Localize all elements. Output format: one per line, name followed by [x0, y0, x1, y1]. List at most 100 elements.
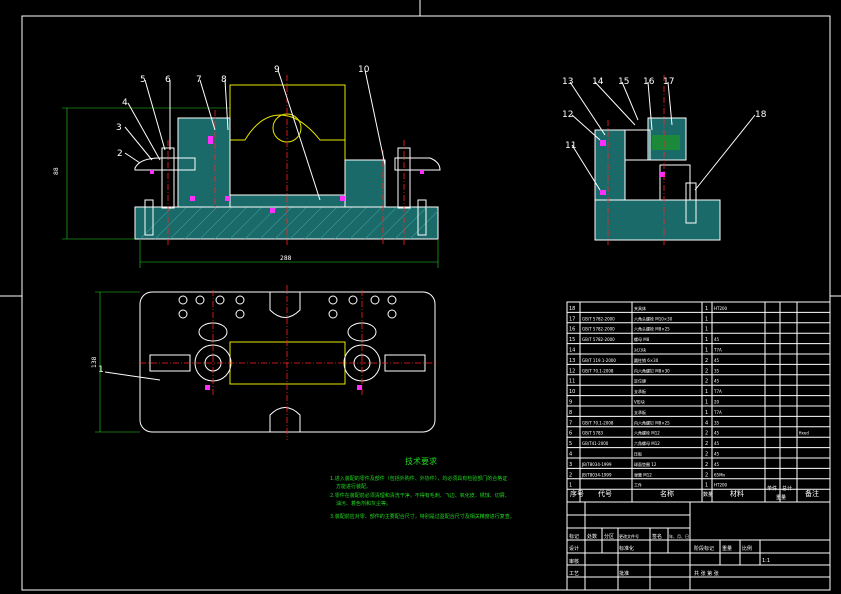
side-setblock — [624, 129, 651, 161]
svg-text:共 张 第 张: 共 张 第 张 — [694, 570, 719, 577]
bom-cell-code: GB/T41-2000 — [582, 441, 609, 446]
bom-cell-name: 支承板 — [634, 409, 646, 415]
drawing-frame — [21, 15, 831, 591]
bom-cell-name: 弹簧 M12 — [634, 471, 652, 477]
bom-cell-no: 15 — [569, 337, 575, 343]
bom-cell-qty: 1 — [705, 483, 708, 489]
bom-cell-no: 4 — [569, 452, 572, 458]
plan-slot-top — [269, 292, 301, 318]
bom-cell-no: 17 — [569, 316, 575, 322]
balloon-4: 4 — [122, 98, 128, 108]
workpiece-body — [229, 140, 346, 196]
bom-cell-name: 内六角螺钉 M8×30 — [634, 367, 670, 373]
bom-cell-no: 10 — [569, 389, 575, 395]
bom-header-total: 总计 — [782, 485, 792, 492]
bom-cell-qty: 1 — [705, 316, 708, 322]
svg-text:年、月、日: 年、月、日 — [669, 533, 689, 539]
svg-text:3.装配前应对零、部件的主要配合尺寸，特别是过盈配合尺寸及相: 3.装配前应对零、部件的主要配合尺寸，特别是过盈配合尺寸及相关精度进行复查。 — [330, 513, 515, 520]
balloon-2: 2 — [117, 149, 123, 159]
bom-cell-no: 13 — [569, 358, 575, 364]
bom-cell-name: 夹具体 — [634, 305, 646, 311]
bom-cell-name: 六角螺栓 M12 — [634, 430, 660, 436]
bom-cell-mat: 45 — [714, 358, 720, 363]
balloon-16: 16 — [643, 77, 655, 87]
svg-text:标记: 标记 — [569, 533, 579, 540]
balloon-15: 15 — [618, 77, 629, 87]
bom-cell-no: 9 — [569, 400, 572, 406]
bom-cell-name: V形块 — [634, 399, 645, 405]
svg-text:分区: 分区 — [604, 533, 614, 540]
balloon-13: 13 — [562, 77, 573, 87]
bom-cell-mat: 65Mn — [714, 472, 726, 477]
svg-text:比例: 比例 — [742, 545, 752, 552]
side-view — [569, 75, 756, 245]
bom-header-no: 序号 — [570, 489, 584, 498]
right-clamp — [394, 157, 441, 171]
width-dim: 288 — [280, 255, 292, 262]
plan-view — [95, 285, 436, 440]
bom-cell-qty: 4 — [705, 420, 708, 426]
bom-cell-no: 16 — [569, 327, 575, 333]
bom-cell-name: 圆柱销 6×30 — [634, 357, 659, 363]
bom-cell-name: 六角头螺栓 M10×30 — [634, 315, 673, 321]
balloon-10: 10 — [358, 65, 370, 75]
balloon-18: 18 — [755, 110, 767, 120]
title-block: 标记 处数 分区 更改文件号 签名 年、月、日 设计 标准化 阶段标记 重量 比… — [566, 501, 831, 591]
balloon-14: 14 — [592, 77, 604, 87]
bom-cell-name: 球面垫圈 12 — [634, 461, 657, 467]
bom-cell-name: 支承板 — [634, 388, 646, 394]
svg-text:处数: 处数 — [587, 533, 597, 540]
bom-cell-qty: 1 — [705, 389, 708, 395]
right-support — [344, 159, 386, 208]
left-support — [177, 117, 231, 208]
svg-text:批准: 批准 — [619, 570, 629, 577]
bom-cell-no: 7 — [569, 420, 572, 426]
bom-cell-no: 14 — [569, 348, 575, 354]
bom-cell-qty: 2 — [705, 452, 708, 458]
tech-title: 技术要求 — [405, 456, 437, 466]
svg-text:工艺: 工艺 — [569, 571, 579, 577]
bom-cell-mat: 45 — [714, 337, 720, 342]
scale-value: 1:1 — [762, 558, 770, 564]
bom-header-unit: 单件 — [767, 485, 777, 492]
balloon-12: 12 — [562, 110, 573, 120]
bom-cell-name: 螺母 M8 — [634, 336, 650, 342]
bom-cell-mat: 45 — [714, 462, 720, 467]
bom-cell-name: 工件 — [634, 482, 642, 488]
svg-text:1.进入装配的零件及部件（包括外购件、外协件），均必须具有检: 1.进入装配的零件及部件（包括外购件、外协件），均必须具有检验部门的合格证 — [330, 475, 507, 482]
bom-header-name: 名称 — [660, 489, 674, 498]
bom-cell-code: GB/T 119.1-2000 — [582, 358, 616, 363]
bom-cell-mat: 45 — [714, 452, 720, 457]
bom-cell-no: 1 — [569, 483, 572, 489]
bom-cell-no: 8 — [569, 410, 572, 416]
bom-header-mat: 材料 — [730, 489, 744, 498]
bom-cell-mat: T7A — [713, 410, 722, 415]
balloon-9: 9 — [274, 65, 280, 75]
bom-cell-qty: 2 — [705, 368, 708, 374]
bom-table: 18 夹具体 1 HT20017 GB/T 5782-2000 六角头螺栓 M10×30 1… — [566, 301, 831, 503]
svg-text:更改文件号: 更改文件号 — [619, 533, 639, 539]
plan-height-dim: 138 — [91, 356, 98, 368]
bom-cell-code: GB/T 70.1-2008 — [582, 368, 614, 373]
bom-cell-no: 11 — [569, 379, 575, 385]
bom-cell-mat: 45 — [714, 379, 720, 384]
bom-cell-mat: 45 — [714, 441, 720, 446]
bom-cell-qty: 1 — [705, 410, 708, 416]
bom-header-weight: 重量 — [776, 494, 786, 501]
bom-cell-no: 12 — [569, 368, 575, 374]
bom-cell-code: GB/T 5782-2000 — [582, 327, 615, 332]
plan-slot-bottom — [269, 407, 301, 432]
bom-cell-name: 内六角螺钉 M8×25 — [634, 419, 670, 425]
balloon-7: 7 — [196, 75, 202, 85]
bom-cell-code: GB/T 70.1-2008 — [582, 420, 614, 425]
bom-cell-qty: 1 — [705, 400, 708, 406]
bom-cell-no: 3 — [569, 462, 572, 468]
svg-text:油污、着色剂和灰尘等。: 油污、着色剂和灰尘等。 — [336, 500, 391, 507]
svg-text:2.零件在装配前必须清理和清洗干净，不得有毛刺、飞边、氧化皮: 2.零件在装配前必须清理和清洗干净，不得有毛刺、飞边、氧化皮、锈蚀、切屑、 — [330, 492, 510, 499]
bom-cell-no: 2 — [569, 472, 572, 478]
bom-cell-mat: HT200 — [714, 483, 728, 488]
plan-base — [139, 291, 436, 433]
svg-text:阶段标记: 阶段标记 — [694, 545, 714, 552]
balloon-6: 6 — [165, 75, 171, 85]
svg-text:设计: 设计 — [569, 545, 579, 552]
